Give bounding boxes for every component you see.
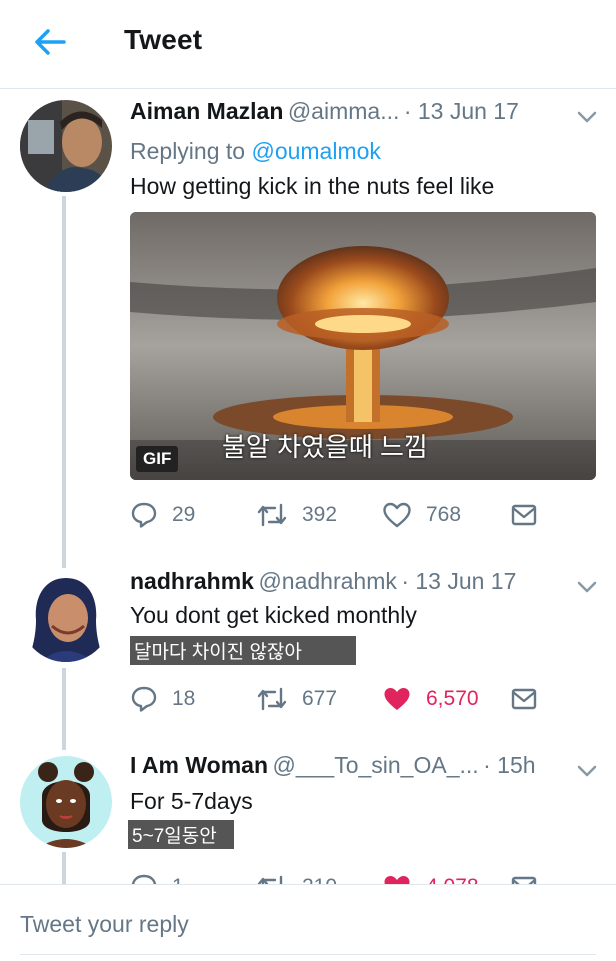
heart-icon: [383, 502, 411, 528]
gif-media[interactable]: GIF 불알 차였을때 느낌: [130, 212, 596, 480]
timestamp[interactable]: · 13 Jun 17: [404, 98, 519, 124]
replying-to: Replying to @oumalmok: [130, 138, 381, 165]
tweet-header: nadhrahmk @nadhrahmk · 13 Jun 17: [130, 568, 516, 595]
reply-input[interactable]: Tweet your reply: [20, 911, 189, 938]
timestamp[interactable]: · 13 Jun 17: [401, 568, 516, 594]
envelope-icon: [511, 504, 537, 526]
like-button[interactable]: 6,570: [382, 682, 479, 716]
replying-to-handle[interactable]: @oumalmok: [251, 138, 380, 164]
tweet-actions: 29 392 768: [130, 498, 590, 532]
timestamp[interactable]: · 15h: [483, 752, 535, 778]
user-handle[interactable]: @aimma...: [288, 98, 400, 124]
translation-caption: 달마다 차이진 않잖아: [130, 636, 356, 665]
reply-button[interactable]: 18: [130, 682, 195, 716]
chevron-down-icon[interactable]: [576, 764, 598, 778]
reply-count: 29: [172, 503, 196, 526]
reply-count: 18: [172, 687, 196, 710]
avatar[interactable]: [20, 100, 112, 192]
back-arrow-icon[interactable]: [30, 24, 70, 60]
tweet-header: Aiman Mazlan @aimma... · 13 Jun 17: [130, 98, 519, 125]
user-name[interactable]: Aiman Mazlan: [130, 98, 283, 124]
direct-message-button[interactable]: [510, 498, 552, 532]
like-button[interactable]: 768: [382, 498, 461, 532]
retweet-button[interactable]: 392: [256, 498, 337, 532]
like-count: 768: [426, 503, 462, 526]
envelope-icon: [511, 688, 537, 710]
divider: [20, 954, 596, 955]
like-count: 6,570: [426, 687, 479, 710]
tweet-text: You dont get kicked monthly: [130, 602, 417, 628]
tweet-text: For 5-7days: [130, 788, 253, 814]
reply-icon: [131, 502, 157, 528]
retweet-count: 392: [302, 503, 338, 526]
reply-composer: Tweet your reply: [0, 884, 616, 961]
tweet-text: How getting kick in the nuts feel like: [130, 173, 495, 199]
avatar[interactable]: [20, 756, 112, 848]
avatar[interactable]: [20, 570, 112, 662]
gif-badge: GIF: [136, 446, 179, 472]
page-title: Tweet: [124, 24, 203, 55]
gif-caption: 불알 차였을때 느낌: [222, 432, 428, 462]
user-name[interactable]: I Am Woman: [130, 752, 268, 778]
user-name[interactable]: nadhrahmk: [130, 568, 254, 594]
direct-message-button[interactable]: [510, 682, 552, 716]
tweet-header: I Am Woman @___To_sin_OA_... · 15h: [130, 752, 536, 779]
tweet-3[interactable]: I Am Woman @___To_sin_OA_... · 15h For 5…: [0, 744, 616, 900]
retweet-count: 677: [302, 687, 338, 710]
top-bar: Tweet: [0, 0, 616, 89]
reply-button[interactable]: 29: [130, 498, 195, 532]
translation-caption: 5~7일동안: [128, 820, 234, 849]
reply-icon: [131, 686, 157, 712]
tweet-2[interactable]: nadhrahmk @nadhrahmk · 13 Jun 17 You don…: [0, 560, 616, 742]
tweet-actions: 18 677 6,570: [130, 682, 590, 716]
replying-to-label: Replying to: [130, 138, 252, 164]
user-handle[interactable]: @___To_sin_OA_...: [272, 752, 478, 778]
retweet-button[interactable]: 677: [256, 682, 337, 716]
heart-filled-icon: [384, 688, 410, 710]
retweet-icon: [257, 687, 287, 711]
retweet-icon: [257, 503, 287, 527]
tweet-1[interactable]: Aiman Mazlan @aimma... · 13 Jun 17 Reply…: [0, 88, 616, 558]
chevron-down-icon[interactable]: [576, 110, 598, 124]
chevron-down-icon[interactable]: [576, 580, 598, 594]
user-handle[interactable]: @nadhrahmk: [258, 568, 396, 594]
